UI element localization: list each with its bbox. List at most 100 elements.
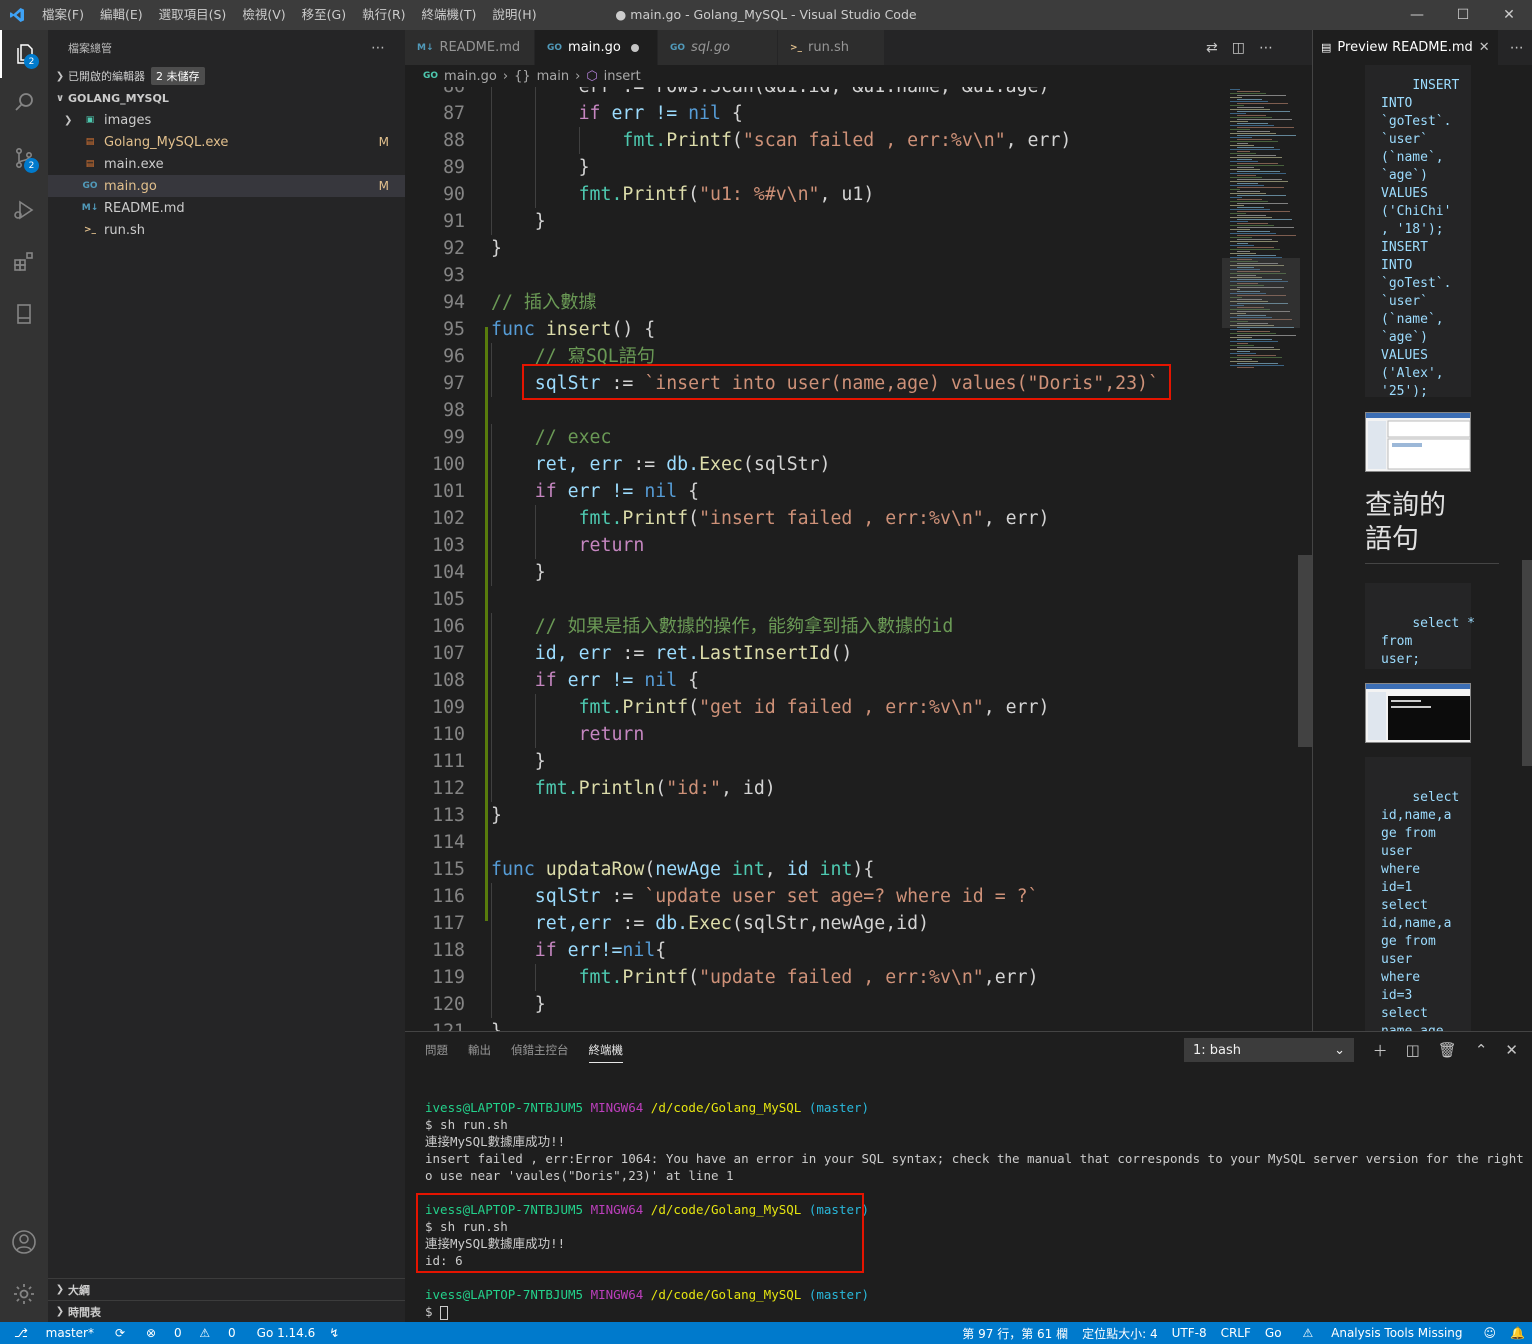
- go-tools-icon[interactable]: ↯: [322, 1326, 346, 1340]
- more-actions-icon[interactable]: ⋯: [1259, 40, 1273, 56]
- new-terminal-icon[interactable]: ＋: [1373, 1040, 1388, 1061]
- editor-tab[interactable]: M↓ README.md: [405, 30, 535, 65]
- terminal-select[interactable]: 1: bash ⌄: [1184, 1038, 1354, 1062]
- editor-tab[interactable]: >_ run.sh: [778, 30, 885, 65]
- code-token: (: [688, 967, 700, 988]
- notebook-icon[interactable]: [0, 290, 48, 338]
- code-editor[interactable]: 86 err := rows.Scan(&u1.id, &u1.name, &u1…: [405, 87, 1312, 1031]
- line-number: 111: [432, 751, 465, 772]
- feedback-icon[interactable]: ☺: [1477, 1326, 1504, 1340]
- file-item[interactable]: ❯ ▣ images: [48, 109, 405, 131]
- analysis-tools-item[interactable]: ⚠ Analysis Tools Missing: [1289, 1326, 1477, 1340]
- modified-badge: M: [378, 135, 389, 149]
- breadcrumb-symbol[interactable]: insert: [604, 69, 641, 84]
- run-debug-icon[interactable]: [0, 186, 48, 234]
- explorer-header: 檔案總管 ⋯: [48, 30, 405, 65]
- minimap-slider[interactable]: [1222, 258, 1300, 328]
- open-editors-section[interactable]: ❯ 已開啟的編輯器 2 未儲存: [48, 65, 405, 87]
- minimap-line: [1230, 193, 1266, 194]
- panel-tab[interactable]: 問題: [425, 1042, 448, 1063]
- menu-item[interactable]: 終端機(T): [414, 0, 485, 30]
- minimize-icon[interactable]: —: [1394, 0, 1440, 30]
- code-token: , err): [983, 508, 1050, 529]
- indent-guide: [491, 991, 492, 1018]
- menu-item[interactable]: 選取項目(S): [151, 0, 235, 30]
- window-controls: — ☐ ✕: [1394, 0, 1532, 30]
- sync-icon[interactable]: ⟳: [108, 1326, 132, 1340]
- unsaved-dot-icon[interactable]: [630, 43, 639, 52]
- close-window-icon[interactable]: ✕: [1486, 0, 1532, 30]
- language-mode[interactable]: Go: [1258, 1326, 1289, 1340]
- file-item[interactable]: ▤ main.exe: [48, 153, 405, 175]
- code-token: ,: [764, 859, 787, 880]
- explorer-badge: 2: [24, 54, 39, 69]
- timeline-section[interactable]: ❯ 時間表: [48, 1300, 405, 1322]
- menu-item[interactable]: 編輯(E): [92, 0, 151, 30]
- more-actions-icon[interactable]: ⋯: [371, 40, 385, 56]
- code-token: "insert failed , err:%v\n": [699, 508, 984, 529]
- menu-item[interactable]: 檔案(F): [34, 0, 92, 30]
- file-item[interactable]: ▤ Golang_MySQL.exe M: [48, 131, 405, 153]
- branch-item[interactable]: ⎇ master*: [0, 1326, 108, 1340]
- file-item[interactable]: GO main.go M: [48, 175, 405, 197]
- open-changes-icon[interactable]: ⇄: [1206, 40, 1218, 56]
- line-number: 106: [432, 616, 465, 637]
- menu-item[interactable]: 執行(R): [354, 0, 413, 30]
- trash-icon[interactable]: 🗑: [1438, 1041, 1457, 1059]
- problems-item[interactable]: ⊗ 0 ⚠ 0: [132, 1326, 250, 1340]
- menu-item[interactable]: 移至(G): [294, 0, 354, 30]
- minimap-line: [1230, 101, 1268, 102]
- split-editor-icon[interactable]: ◫: [1232, 40, 1245, 56]
- code-token: :=: [600, 373, 645, 394]
- breadcrumb-file[interactable]: main.go: [444, 69, 497, 84]
- accounts-icon[interactable]: [0, 1218, 48, 1266]
- notifications-icon[interactable]: 🔔: [1503, 1326, 1532, 1340]
- preview-scrollbar[interactable]: [1522, 560, 1532, 766]
- file-item[interactable]: M↓ README.md: [48, 197, 405, 219]
- code-token: fmt.: [622, 130, 667, 151]
- minimap-line: [1230, 357, 1282, 358]
- cursor-position[interactable]: 第 97 行，第 61 欄: [955, 1325, 1075, 1342]
- menu-item[interactable]: 檢視(V): [234, 0, 293, 30]
- chevron-right-icon: ❯: [55, 1306, 65, 1317]
- editor-tab[interactable]: GO sql.go: [658, 30, 778, 65]
- editor-tab[interactable]: GO main.go: [535, 30, 658, 65]
- close-panel-icon[interactable]: ✕: [1505, 1041, 1518, 1059]
- encoding[interactable]: UTF-8: [1165, 1326, 1214, 1340]
- close-tab-icon[interactable]: ✕: [1479, 40, 1490, 55]
- minimap-line: [1230, 213, 1246, 214]
- panel-tab[interactable]: 終端機: [588, 1042, 623, 1063]
- preview-divider: [1365, 563, 1499, 564]
- tab-size[interactable]: 定位點大小: 4: [1075, 1325, 1165, 1342]
- maximize-panel-icon[interactable]: ⌃: [1475, 1041, 1488, 1059]
- go-version[interactable]: Go 1.14.6: [250, 1326, 323, 1340]
- minimap-line: [1237, 255, 1276, 256]
- menu-item[interactable]: 說明(H): [484, 0, 544, 30]
- explorer-icon[interactable]: 2: [0, 30, 48, 78]
- extensions-icon[interactable]: [0, 238, 48, 286]
- indent-guide: [534, 127, 536, 154]
- prompt-env: MINGW64: [590, 1100, 644, 1115]
- breadcrumb-scope[interactable]: main: [537, 69, 569, 84]
- code-token: "update failed , err:%v\n": [699, 967, 984, 988]
- outline-section[interactable]: ❯ 大綱: [48, 1278, 405, 1300]
- minimap-line: [1237, 179, 1282, 180]
- line-number: 118: [432, 940, 465, 961]
- panel-tab[interactable]: 偵錯主控台: [511, 1042, 569, 1063]
- panel-tab[interactable]: 輸出: [468, 1042, 491, 1063]
- source-control-icon[interactable]: 2: [0, 134, 48, 182]
- editor-scrollbar[interactable]: [1298, 555, 1312, 747]
- maximize-icon[interactable]: ☐: [1440, 0, 1486, 30]
- search-icon[interactable]: [0, 78, 48, 126]
- split-terminal-icon[interactable]: ◫: [1406, 1041, 1420, 1059]
- minimap[interactable]: [1222, 87, 1300, 1031]
- preview-tab[interactable]: ▤ Preview README.md ✕: [1313, 30, 1498, 65]
- line-ending[interactable]: CRLF: [1214, 1326, 1258, 1340]
- indent-guide: [491, 910, 492, 937]
- more-actions-icon[interactable]: ⋯: [1510, 40, 1524, 56]
- settings-gear-icon[interactable]: [0, 1270, 48, 1318]
- project-folder-section[interactable]: ∨ GOLANG_MYSQL: [48, 87, 405, 109]
- warning-icon: ⚠: [1302, 1326, 1314, 1340]
- file-item[interactable]: >_ run.sh: [48, 219, 405, 241]
